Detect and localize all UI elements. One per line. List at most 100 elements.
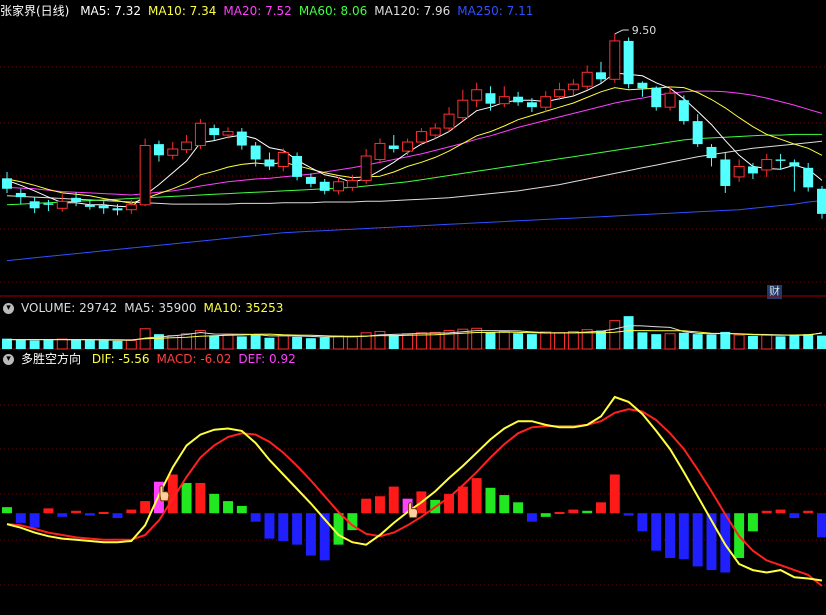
candle-body (43, 203, 54, 205)
volume-bar (554, 332, 566, 350)
volume-bar (775, 336, 786, 349)
candle-body (84, 204, 95, 207)
candle-body (429, 127, 441, 136)
volume-bar (319, 337, 330, 349)
candle-body (567, 83, 579, 91)
candle-body (402, 141, 414, 152)
ma10-line (6, 86, 823, 204)
volume-bar (333, 335, 344, 350)
candle-body (167, 148, 179, 156)
candle-body (720, 159, 731, 186)
indicator-bar (181, 482, 192, 514)
candle-body (554, 89, 566, 98)
volume-bar (651, 334, 662, 349)
candle-body (706, 146, 717, 159)
indicator-bar (2, 507, 12, 514)
candle-body (651, 87, 662, 108)
candle-body (526, 102, 537, 108)
volume-bar (664, 333, 676, 350)
indicator-bar (609, 474, 620, 514)
indicator-bar (471, 478, 482, 514)
volume-bar (125, 339, 137, 350)
volume-bar (29, 340, 40, 349)
candle-body (360, 155, 372, 181)
candle-body (305, 176, 316, 184)
candle-body (139, 145, 151, 206)
candle-body (15, 192, 26, 198)
candle-body (346, 179, 358, 188)
indicator-bar (678, 513, 689, 560)
indicator-bar (803, 510, 814, 514)
indicator-bar (526, 513, 537, 522)
volume-bar (637, 332, 648, 349)
indicator-bar (292, 513, 303, 545)
volume-bar (388, 335, 399, 349)
candle-body (250, 145, 261, 160)
volume-bar (789, 334, 800, 349)
volume-bar (84, 340, 95, 349)
stock-chart[interactable]: 9.50 (0, 0, 826, 615)
indicator-bar (747, 513, 758, 532)
indicator-bar (209, 493, 220, 514)
candle-body (388, 145, 399, 150)
volume-bar (264, 337, 275, 349)
volume-bar (2, 338, 12, 349)
candle-body (153, 144, 164, 156)
indicator-bar (223, 501, 233, 514)
indicator-bar (71, 510, 82, 514)
candle-body (333, 181, 344, 192)
candle-body (98, 205, 109, 209)
volume-bar (346, 336, 358, 350)
candle-body (209, 128, 220, 136)
candle-body (125, 204, 137, 211)
indicator-bar (665, 513, 676, 558)
volume-bar (720, 331, 731, 349)
indicator-bar (333, 513, 344, 545)
hand-cursor-icon (159, 485, 170, 502)
candle-body (319, 181, 330, 191)
indicator-bar (817, 513, 826, 538)
volume-bar (15, 339, 26, 349)
volume-bar (567, 330, 579, 350)
candle-body (112, 208, 123, 211)
indicator-bar (140, 501, 151, 514)
candle-body (596, 72, 606, 80)
volume-bar (402, 333, 414, 350)
candle-body (692, 121, 703, 145)
candle-body (374, 142, 386, 160)
indicator-bar (195, 482, 206, 514)
indicator-bar (15, 513, 26, 523)
candle-body (678, 100, 689, 122)
indicator-bar (112, 513, 123, 519)
indicator-bar (651, 513, 662, 551)
volume-bar (803, 334, 814, 349)
volume-bar (513, 333, 524, 349)
indicator-bar (374, 496, 385, 514)
candle-body (471, 89, 483, 101)
candle-body (540, 96, 552, 108)
volume-bar (678, 332, 689, 349)
candle-body (664, 92, 676, 108)
volume-bar (98, 340, 109, 349)
indicator-bar (264, 513, 275, 539)
candle-body (443, 113, 455, 129)
volume-bar (209, 335, 220, 349)
indicator-bar (513, 502, 524, 514)
indicator-bar (775, 509, 786, 514)
candle-body (194, 122, 206, 147)
candle-body (181, 141, 193, 151)
candle-body (747, 166, 758, 174)
candle-body (803, 167, 814, 188)
volume-bar (471, 327, 483, 350)
volume-bar (71, 339, 82, 349)
indicator-bar (126, 509, 137, 514)
candle-body (733, 165, 745, 178)
indicator-bar (485, 487, 496, 514)
candle-body (277, 152, 289, 167)
candle-body (581, 71, 593, 87)
candle-body (775, 159, 786, 161)
volume-bar (761, 334, 773, 350)
volume-bar (609, 320, 621, 350)
candle-body (236, 131, 247, 146)
candle-body (498, 96, 510, 105)
